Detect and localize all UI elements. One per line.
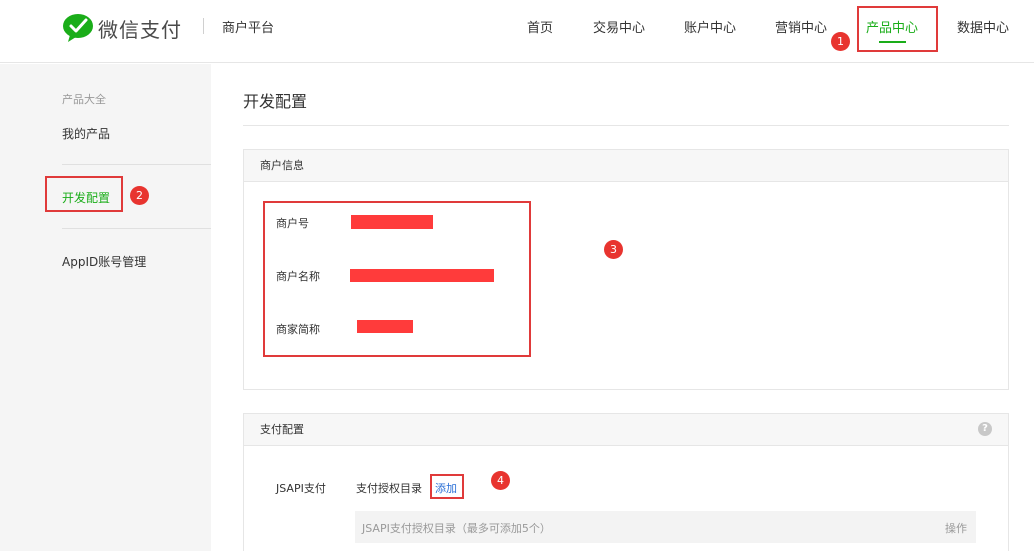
payment-config-title: 支付配置: [260, 423, 304, 436]
nav-active-underline: [879, 41, 906, 43]
sidebar-item-my-products[interactable]: 我的产品: [62, 125, 110, 142]
step-badge-1: 1: [831, 32, 850, 51]
nav-account-center[interactable]: 账户中心: [684, 17, 736, 36]
nav-trade-center[interactable]: 交易中心: [593, 17, 645, 36]
auth-directory-label: 支付授权目录: [356, 482, 422, 495]
nav-home[interactable]: 首页: [527, 17, 553, 36]
step-badge-2: 2: [130, 186, 149, 205]
merchant-id-label: 商户号: [276, 217, 309, 230]
step-badge-3: 3: [604, 240, 623, 259]
jsapi-pay-label: JSAPI支付: [276, 482, 326, 495]
payment-config-header: 支付配置 ?: [244, 414, 1008, 446]
auth-directory-table-header: JSAPI支付授权目录（最多可添加5个） 操作: [355, 511, 976, 543]
page-title: 开发配置: [243, 92, 308, 111]
nav-data-center[interactable]: 数据中心: [957, 17, 1009, 36]
nav-product-center[interactable]: 产品中心: [866, 17, 918, 36]
top-header: 微信支付 商户平台 首页 交易中心 账户中心 营销中心 产品中心 数据中心: [0, 0, 1034, 63]
sidebar-item-appid-management[interactable]: AppID账号管理: [62, 253, 146, 270]
step-badge-4: 4: [491, 471, 510, 490]
nav-marketing-center[interactable]: 营销中心: [775, 17, 827, 36]
add-auth-directory-link[interactable]: 添加: [435, 480, 457, 496]
sidebar-divider: [62, 164, 211, 165]
merchant-name-label: 商户名称: [276, 270, 320, 283]
table-col-actions: 操作: [945, 522, 967, 535]
title-divider: [243, 125, 1009, 126]
main-nav: 首页 交易中心 账户中心 营销中心 产品中心 数据中心: [0, 17, 1034, 37]
sidebar: 产品大全 我的产品 开发配置 AppID账号管理: [0, 64, 211, 551]
merchant-info-header: 商户信息: [244, 150, 1008, 182]
sidebar-divider: [62, 228, 211, 229]
sidebar-item-dev-config[interactable]: 开发配置: [62, 189, 110, 206]
table-col-directory: JSAPI支付授权目录（最多可添加5个）: [362, 522, 551, 535]
merchant-short-name-label: 商家简称: [276, 323, 320, 336]
question-icon[interactable]: ?: [978, 422, 992, 436]
merchant-short-name-redacted: [357, 320, 413, 333]
merchant-name-redacted: [350, 269, 494, 282]
sidebar-group-title: 产品大全: [62, 93, 106, 106]
merchant-id-redacted: [351, 215, 433, 229]
